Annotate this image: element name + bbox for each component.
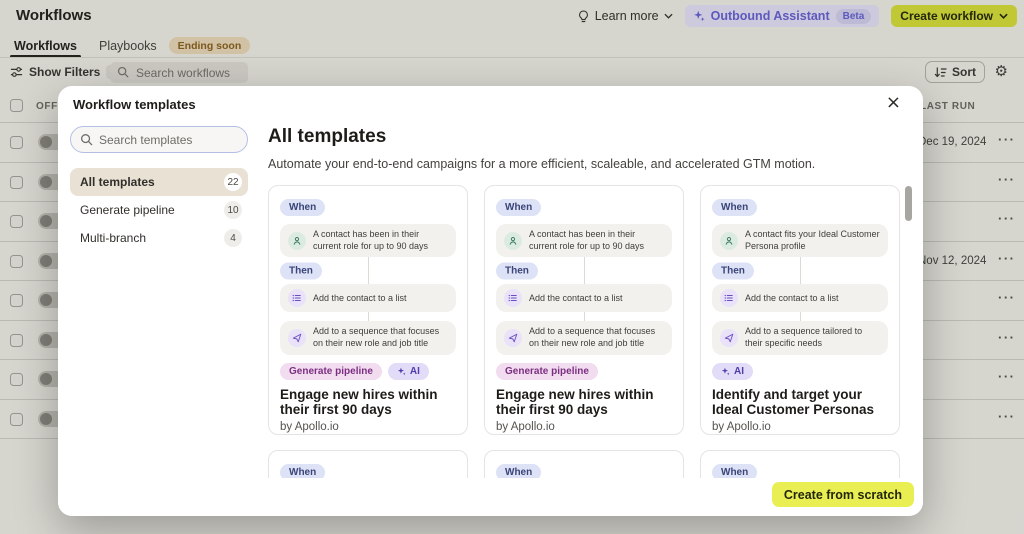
connector-line xyxy=(368,312,369,321)
step-text: A contact fits your Ideal Customer Perso… xyxy=(745,229,880,252)
action-step: Add the contact to a list xyxy=(280,284,456,312)
when-badge: When xyxy=(712,464,757,478)
sidebar-item-all-templates[interactable]: All templates 22 xyxy=(70,168,248,196)
create-from-scratch-button[interactable]: Create from scratch xyxy=(772,482,914,507)
tag-label: Generate pipeline xyxy=(505,366,589,377)
sidebar-item-generate-pipeline[interactable]: Generate pipeline 10 xyxy=(70,196,248,224)
contact-trigger-icon xyxy=(720,232,738,250)
templates-search xyxy=(70,126,248,153)
step-text: A contact has been in their current role… xyxy=(313,229,448,252)
connector-line xyxy=(584,312,585,321)
list-icon xyxy=(720,289,738,307)
action-step: Add to a sequence that focuses on their … xyxy=(496,321,672,354)
when-badge: When xyxy=(496,199,541,216)
ai-tag: AI xyxy=(712,363,753,380)
connector-line xyxy=(368,257,369,284)
workflow-templates-modal: Workflow templates × All templates 22 Gene… xyxy=(58,86,923,516)
sidebar-item-count: 4 xyxy=(224,229,242,247)
flow-connector: Then xyxy=(280,257,456,284)
template-card-partial[interactable]: When xyxy=(700,450,900,478)
card-tags: Generate pipeline AI xyxy=(280,363,456,380)
template-byline: by Apollo.io xyxy=(496,421,672,433)
template-cards-row-partial: When When When xyxy=(268,450,916,478)
templates-heading: All templates xyxy=(268,126,386,148)
list-icon xyxy=(288,289,306,307)
search-templates-input[interactable] xyxy=(71,127,247,152)
template-title: Identify and target your Ideal Customer … xyxy=(712,387,888,417)
template-byline: by Apollo.io xyxy=(712,421,888,433)
sparkle-icon xyxy=(397,367,406,376)
template-card[interactable]: When A contact has been in their current … xyxy=(484,185,684,435)
connector-line xyxy=(800,257,801,284)
connector-line xyxy=(800,312,801,321)
generate-pipeline-tag: Generate pipeline xyxy=(280,363,382,380)
action-step: Add the contact to a list xyxy=(712,284,888,312)
modal-title: Workflow templates xyxy=(73,97,196,112)
templates-description: Automate your end-to-end campaigns for a… xyxy=(268,157,815,171)
flow-connector: Then xyxy=(712,257,888,284)
modal-footer: Create from scratch xyxy=(58,478,923,516)
tag-label: Generate pipeline xyxy=(289,366,373,377)
sparkle-icon xyxy=(721,367,730,376)
sidebar-item-label: Generate pipeline xyxy=(80,203,175,217)
sidebar-item-label: All templates xyxy=(80,175,155,189)
card-tags: Generate pipeline xyxy=(496,363,672,380)
template-byline: by Apollo.io xyxy=(280,421,456,433)
step-text: Add to a sequence that focuses on their … xyxy=(313,326,448,349)
generate-pipeline-tag: Generate pipeline xyxy=(496,363,598,380)
step-text: A contact has been in their current role… xyxy=(529,229,664,252)
template-title: Engage new hires within their first 90 d… xyxy=(496,387,672,417)
send-icon xyxy=(504,329,522,347)
then-badge: Then xyxy=(496,262,538,279)
template-title: Engage new hires within their first 90 d… xyxy=(280,387,456,417)
when-badge: When xyxy=(496,464,541,478)
template-card-partial[interactable]: When xyxy=(268,450,468,478)
template-cards-row: When A contact has been in their current … xyxy=(268,185,916,435)
list-icon xyxy=(504,289,522,307)
step-text: Add the contact to a list xyxy=(745,293,839,305)
template-card[interactable]: When A contact fits your Ideal Customer P… xyxy=(700,185,900,435)
tag-label: AI xyxy=(410,366,420,377)
sidebar-item-count: 10 xyxy=(224,201,242,219)
trigger-step: A contact has been in their current role… xyxy=(496,224,672,257)
connector-line xyxy=(584,257,585,284)
when-badge: When xyxy=(280,199,325,216)
template-category-list: All templates 22 Generate pipeline 10 Multi-… xyxy=(70,168,248,252)
step-text: Add the contact to a list xyxy=(529,293,623,305)
step-text: Add to a sequence tailored to their spec… xyxy=(745,326,880,349)
card-tags: AI xyxy=(712,363,888,380)
trigger-step: A contact fits your Ideal Customer Perso… xyxy=(712,224,888,257)
template-card[interactable]: When A contact has been in their current … xyxy=(268,185,468,435)
trigger-step: A contact has been in their current role… xyxy=(280,224,456,257)
contact-trigger-icon xyxy=(288,232,306,250)
send-icon xyxy=(720,329,738,347)
sidebar-item-multi-branch[interactable]: Multi-branch 4 xyxy=(70,224,248,252)
sidebar-item-count: 22 xyxy=(224,173,242,191)
modal-scrollbar-thumb[interactable] xyxy=(905,186,912,221)
close-icon[interactable]: × xyxy=(880,91,907,114)
send-icon xyxy=(288,329,306,347)
when-badge: When xyxy=(280,464,325,478)
flow-connector: Then xyxy=(496,257,672,284)
when-badge: When xyxy=(712,199,757,216)
then-badge: Then xyxy=(280,262,322,279)
then-badge: Then xyxy=(712,262,754,279)
tag-label: AI xyxy=(734,366,744,377)
templates-scroll-area: When A contact has been in their current … xyxy=(268,185,916,478)
step-text: Add the contact to a list xyxy=(313,293,407,305)
template-card-partial[interactable]: When xyxy=(484,450,684,478)
action-step: Add the contact to a list xyxy=(496,284,672,312)
ai-tag: AI xyxy=(388,363,429,380)
workflows-page: Workflows Learn more Outbound Assistant … xyxy=(0,0,1024,534)
contact-trigger-icon xyxy=(504,232,522,250)
action-step: Add to a sequence tailored to their spec… xyxy=(712,321,888,354)
step-text: Add to a sequence that focuses on their … xyxy=(529,326,664,349)
action-step: Add to a sequence that focuses on their … xyxy=(280,321,456,354)
sidebar-item-label: Multi-branch xyxy=(80,231,146,245)
